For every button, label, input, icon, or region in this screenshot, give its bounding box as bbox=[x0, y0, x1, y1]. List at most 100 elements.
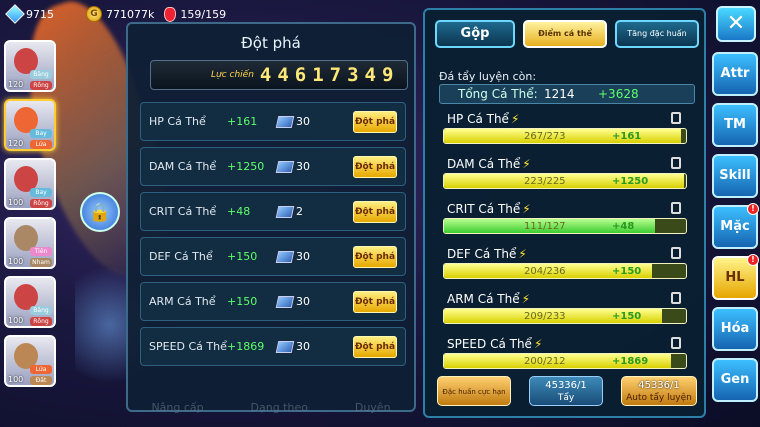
pet-level: 120 bbox=[8, 80, 24, 89]
breakthrough-row: DAM Cá Thể +1250 30 Đột phá bbox=[140, 147, 406, 186]
side-menu: Attr TM Skill Mặc! HL! Hóa Gen bbox=[712, 52, 759, 409]
pet-type-tag: Lửa bbox=[30, 365, 52, 374]
tab-merge[interactable]: Gộp bbox=[435, 20, 515, 48]
side-tab-skill[interactable]: Skill bbox=[712, 154, 758, 198]
side-tab-attr[interactable]: Attr bbox=[712, 52, 758, 96]
ticket-qty: 30 bbox=[296, 250, 310, 263]
breakthrough-row: SPEED Cá Thể +1869 30 Đột phá bbox=[140, 327, 406, 366]
lock-icon[interactable] bbox=[671, 202, 681, 214]
footer-tab[interactable]: Duyên bbox=[355, 401, 391, 414]
wash-label: Tẩy bbox=[557, 393, 575, 403]
stat-plus: +150 bbox=[612, 311, 642, 322]
stamina-value: 159/159 bbox=[180, 7, 227, 21]
footer-tab[interactable]: Dạng theo bbox=[251, 401, 308, 414]
stat-name: CRIT Cá Thể bbox=[149, 205, 217, 218]
total-row: Tổng Cá Thể: 1214 +3628 bbox=[439, 84, 695, 104]
ticket-icon bbox=[275, 115, 295, 128]
pet-type-tag: Rồng bbox=[30, 81, 52, 90]
power-label: Lực chiến bbox=[211, 70, 254, 80]
lock-icon[interactable] bbox=[671, 112, 681, 124]
close-button[interactable]: ✕ bbox=[716, 6, 756, 42]
pet-card[interactable]: 100 Lửa Đất bbox=[4, 335, 56, 387]
training-panel: Gộp Điểm cá thể Tăng đặc huấn Đá tẩy luy… bbox=[423, 8, 706, 418]
gem-icon bbox=[5, 4, 25, 24]
stat-increase: +48 bbox=[227, 205, 251, 218]
pet-card[interactable]: 100 Bay Rồng bbox=[4, 158, 56, 210]
ticket-qty: 30 bbox=[296, 160, 310, 173]
breakthrough-button[interactable]: Đột phá bbox=[353, 336, 397, 358]
pet-card[interactable]: 120 Băng Rồng bbox=[4, 40, 56, 92]
lock-icon: 🔒 bbox=[88, 201, 112, 223]
breakthrough-row: CRIT Cá Thể +48 2 Đột phá bbox=[140, 192, 406, 231]
stat-name: HP Cá Thể ⚡ bbox=[447, 112, 520, 126]
alert-badge: ! bbox=[747, 254, 759, 266]
side-tab-hóa[interactable]: Hóa bbox=[712, 307, 758, 351]
stat-bar: 111/127 +48 bbox=[443, 218, 687, 234]
combat-power: Lực chiến 44617349 bbox=[150, 60, 408, 90]
tab-special-training[interactable]: Tăng đặc huấn bbox=[615, 20, 699, 48]
side-tab-mặc[interactable]: Mặc! bbox=[712, 203, 759, 249]
stat-increase: +150 bbox=[227, 250, 258, 263]
wash-button[interactable]: 45336/1 Tẩy bbox=[529, 376, 603, 406]
stat-current: 209/233 bbox=[524, 311, 566, 322]
extreme-training-button[interactable]: Đặc huấn cực hạn bbox=[437, 376, 511, 406]
stat-plus: +150 bbox=[612, 266, 642, 277]
gem-counter: 9715 bbox=[5, 4, 54, 24]
footer-tab[interactable]: Nâng cấp bbox=[151, 401, 203, 414]
side-tab-hl[interactable]: HL! bbox=[712, 254, 759, 300]
total-value: 1214 bbox=[544, 87, 575, 101]
auto-wash-count: 45336/1 bbox=[638, 380, 680, 391]
ticket-icon bbox=[275, 160, 295, 173]
lock-icon[interactable] bbox=[671, 337, 681, 349]
power-value: 44617349 bbox=[259, 64, 400, 86]
pet-type-tag: Băng bbox=[30, 70, 52, 79]
pet-card[interactable]: 100 Băng Rồng bbox=[4, 276, 56, 328]
side-tab-label: Gen bbox=[720, 372, 750, 387]
stat-name: ARM Cá Thể ⚡ bbox=[447, 292, 531, 306]
pet-type-tag: Bay bbox=[30, 188, 52, 197]
pet-roster: 120 Băng Rồng 120 Bay Lửa 100 Bay Rồng 1… bbox=[4, 40, 56, 394]
breakthrough-button[interactable]: Đột phá bbox=[353, 156, 397, 178]
side-tab-tm[interactable]: TM bbox=[712, 103, 758, 147]
stat-row: HP Cá Thể ⚡ 267/273 +161 bbox=[439, 110, 695, 155]
pet-type-tag: Tiên bbox=[30, 247, 52, 256]
side-tab-gen[interactable]: Gen bbox=[712, 358, 758, 402]
stat-name: HP Cá Thể bbox=[149, 115, 206, 128]
breakthrough-button[interactable]: Đột phá bbox=[353, 291, 397, 313]
stat-name: DAM Cá Thể ⚡ bbox=[447, 157, 531, 171]
lock-icon[interactable] bbox=[671, 292, 681, 304]
stat-bar: 200/212 +1869 bbox=[443, 353, 687, 369]
breakthrough-button[interactable]: Đột phá bbox=[353, 246, 397, 268]
breakthrough-panel: Đột phá Lực chiến 44617349 HP Cá Thể +16… bbox=[126, 22, 416, 414]
tab-individual-points[interactable]: Điểm cá thể bbox=[523, 20, 607, 48]
pet-card[interactable]: 120 Bay Lửa bbox=[4, 99, 56, 151]
stat-bar: 223/225 +1250 bbox=[443, 173, 687, 189]
stat-current: 204/236 bbox=[524, 266, 566, 277]
side-tab-label: Hóa bbox=[720, 321, 750, 336]
ticket-icon bbox=[275, 340, 295, 353]
stat-row: SPEED Cá Thể ⚡ 200/212 +1869 bbox=[439, 335, 695, 380]
lock-button[interactable]: 🔒 bbox=[80, 192, 120, 232]
ticket-qty: 30 bbox=[296, 340, 310, 353]
stat-name: DEF Cá Thể ⚡ bbox=[447, 247, 527, 261]
lock-icon[interactable] bbox=[671, 157, 681, 169]
ticket-qty: 30 bbox=[296, 295, 310, 308]
breakthrough-list: HP Cá Thể +161 30 Đột phá DAM Cá Thể +125… bbox=[140, 102, 406, 372]
alert-badge: ! bbox=[747, 203, 759, 215]
ticket-qty: 2 bbox=[296, 205, 303, 218]
breakthrough-row: DEF Cá Thể +150 30 Đột phá bbox=[140, 237, 406, 276]
stat-row: DEF Cá Thể ⚡ 204/236 +150 bbox=[439, 245, 695, 290]
stat-bar: 209/233 +150 bbox=[443, 308, 687, 324]
stat-row: ARM Cá Thể ⚡ 209/233 +150 bbox=[439, 290, 695, 335]
pet-card[interactable]: 100 Tiên Nham bbox=[4, 217, 56, 269]
bolt-icon: ⚡ bbox=[522, 202, 531, 216]
breakthrough-button[interactable]: Đột phá bbox=[353, 201, 397, 223]
side-tab-label: TM bbox=[724, 117, 746, 132]
lock-icon[interactable] bbox=[671, 247, 681, 259]
coin-value: 771077k bbox=[106, 7, 155, 21]
stat-name: DEF Cá Thể bbox=[149, 250, 213, 263]
breakthrough-button[interactable]: Đột phá bbox=[353, 111, 397, 133]
bolt-icon: ⚡ bbox=[533, 337, 543, 351]
auto-wash-button[interactable]: 45336/1 Auto tẩy luyện bbox=[621, 376, 697, 406]
side-tab-label: HL bbox=[725, 270, 745, 285]
